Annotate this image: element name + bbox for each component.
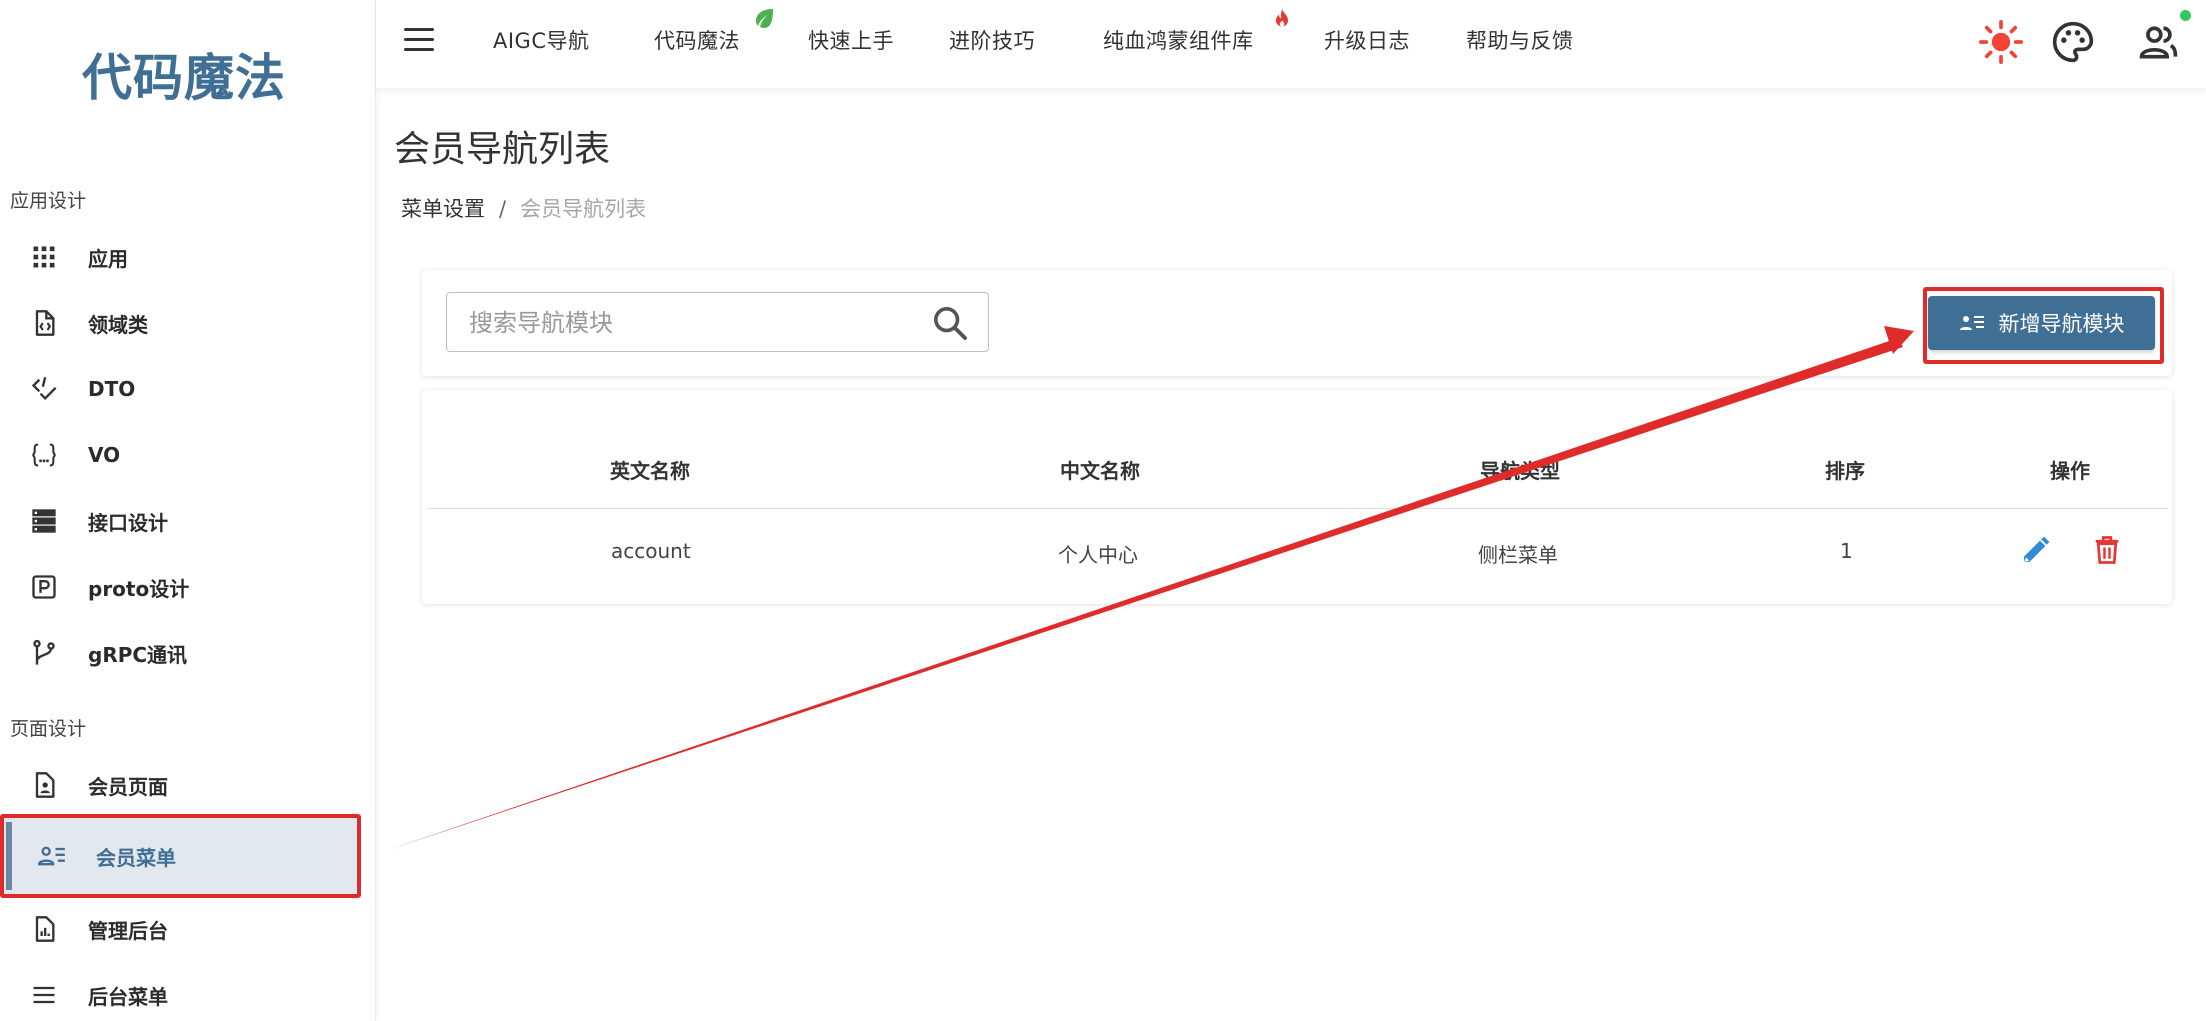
sidebar-item-label: 接口设计 xyxy=(88,510,168,535)
online-status-dot xyxy=(2180,10,2191,21)
cell-en-name: account xyxy=(611,539,691,563)
delete-trash-icon[interactable] xyxy=(2092,534,2122,566)
page-title: 会员导航列表 xyxy=(394,129,611,170)
sidebar-item-api-design[interactable]: 接口设计 xyxy=(0,491,376,551)
sidebar-item-vo[interactable]: VO xyxy=(0,425,376,485)
nav-changelog[interactable]: 升级日志 xyxy=(1324,25,1410,55)
table-card xyxy=(422,390,2172,604)
sidebar-item-label: 领域类 xyxy=(88,312,148,337)
sidebar-item-label: 管理后台 xyxy=(88,918,168,943)
sun-icon[interactable] xyxy=(1979,20,2023,64)
column-header-en-name: 英文名称 xyxy=(610,459,690,483)
top-nav-bar: AIGC导航 代码魔法 快速上手 进阶技巧 纯血鸿蒙组件库 升级日志 帮助与反馈 xyxy=(376,0,2206,88)
fire-icon xyxy=(1276,9,1288,27)
sidebar-item-proto-design[interactable]: proto设计 xyxy=(0,557,376,617)
search-icon[interactable] xyxy=(930,303,970,343)
braces-icon xyxy=(32,443,56,467)
annotation-highlight-sidebar xyxy=(0,814,361,898)
grid-icon xyxy=(33,246,55,268)
account-file-icon xyxy=(35,772,55,798)
hamburger-menu-icon[interactable] xyxy=(404,28,434,52)
sidebar-item-label: 会员页面 xyxy=(88,774,168,799)
nav-code-magic[interactable]: 代码魔法 xyxy=(654,25,740,55)
account-group-icon[interactable] xyxy=(2136,20,2180,64)
breadcrumb: 菜单设置 / 会员导航列表 xyxy=(401,193,646,223)
cell-order: 1 xyxy=(1840,539,1853,563)
nav-help-feedback[interactable]: 帮助与反馈 xyxy=(1466,25,1574,55)
sidebar-item-admin-menu[interactable]: 后台菜单 xyxy=(0,965,376,1021)
p-square-icon xyxy=(32,575,56,599)
leaf-icon xyxy=(756,9,773,28)
code-check-icon xyxy=(31,377,57,400)
sidebar-item-grpc[interactable]: gRPC通讯 xyxy=(0,623,376,683)
cell-cn-name: 个人中心 xyxy=(1058,543,1138,567)
sidebar-item-label: proto设计 xyxy=(88,576,190,601)
nav-quick-start[interactable]: 快速上手 xyxy=(808,25,894,55)
column-header-actions: 操作 xyxy=(2050,459,2090,483)
cell-nav-type: 侧栏菜单 xyxy=(1478,543,1558,567)
sidebar-item-label: 应用 xyxy=(88,246,128,271)
palette-icon[interactable] xyxy=(2051,20,2095,64)
breadcrumb-parent[interactable]: 菜单设置 xyxy=(401,197,485,221)
code-file-icon xyxy=(35,310,55,336)
sidebar-item-member-page[interactable]: 会员页面 xyxy=(0,755,376,815)
sidebar-item-label: DTO xyxy=(88,377,136,401)
column-header-cn-name: 中文名称 xyxy=(1060,459,1140,483)
section-title-app-design: 应用设计 xyxy=(10,190,87,212)
breadcrumb-separator: / xyxy=(499,197,507,221)
chart-file-icon xyxy=(35,916,55,942)
sidebar-item-label: VO xyxy=(88,443,121,467)
table-divider xyxy=(428,508,2168,509)
sidebar-item-label: 后台菜单 xyxy=(88,984,168,1009)
annotation-highlight-button xyxy=(1923,287,2164,364)
search-input[interactable] xyxy=(469,307,909,339)
sidebar-item-domain-class[interactable]: 领域类 xyxy=(0,293,376,353)
breadcrumb-current: 会员导航列表 xyxy=(520,197,647,221)
column-header-order: 排序 xyxy=(1825,459,1865,483)
column-header-nav-type: 导航类型 xyxy=(1480,459,1560,483)
app-logo[interactable]: 代码魔法 xyxy=(0,38,368,110)
server-icon xyxy=(32,509,56,533)
search-field[interactable] xyxy=(446,292,989,352)
menu-icon xyxy=(33,986,55,1004)
sidebar-item-admin[interactable]: 管理后台 xyxy=(0,899,376,959)
section-title-page-design: 页面设计 xyxy=(10,718,87,740)
edit-pencil-icon[interactable] xyxy=(2020,534,2052,566)
sidebar-item-label: gRPC通讯 xyxy=(88,642,188,667)
source-branch-icon xyxy=(33,639,55,665)
nav-harmony-components[interactable]: 纯血鸿蒙组件库 xyxy=(1103,25,1254,55)
nav-advanced-tips[interactable]: 进阶技巧 xyxy=(949,25,1035,55)
nav-aigc[interactable]: AIGC导航 xyxy=(493,25,590,55)
sidebar-item-dto[interactable]: DTO xyxy=(0,359,376,419)
sidebar-item-app[interactable]: 应用 xyxy=(0,227,376,287)
